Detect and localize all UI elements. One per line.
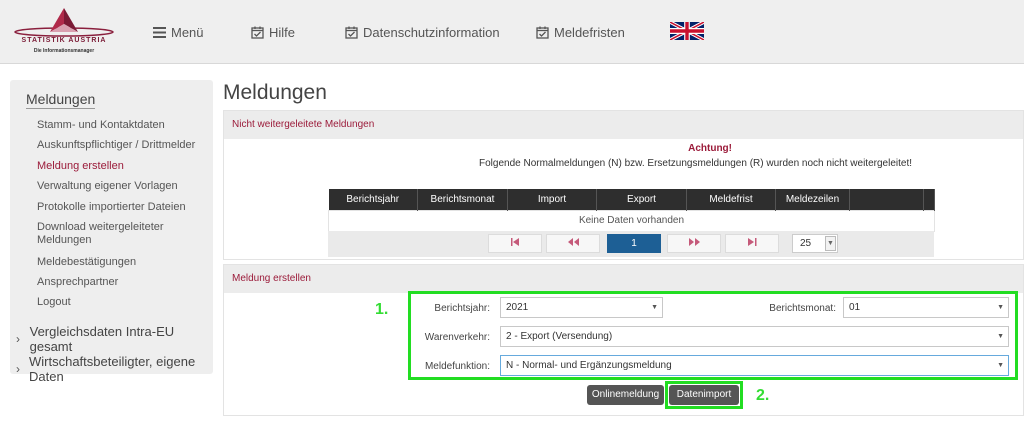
column-header[interactable]: Berichtsmonat — [417, 189, 508, 210]
nav-meldefristen[interactable]: Meldefristen — [536, 23, 625, 41]
highlight-box-step1 — [408, 291, 1018, 380]
calendar-check-icon — [536, 26, 549, 39]
logo-text: STATISTIK AUSTRIA — [21, 37, 107, 44]
logo-triangle-icon — [14, 8, 114, 37]
sidebar-item-meldung-erstellen[interactable]: Meldung erstellen — [37, 160, 124, 173]
column-header — [849, 189, 924, 210]
calendar-check-icon — [345, 26, 358, 39]
last-page-icon — [747, 238, 756, 246]
sidebar-item-ansprechpartner[interactable]: Ansprechpartner — [37, 276, 118, 289]
page-size-value: 25 — [800, 238, 812, 249]
warning-text: Folgende Normalmeldungen (N) bzw. Ersetz… — [479, 158, 912, 169]
calendar-check-icon — [251, 26, 264, 39]
page-title: Meldungen — [223, 81, 327, 104]
meldungen-table: Berichtsjahr Berichtsmonat Import Export… — [328, 189, 935, 232]
nav-datenschutz[interactable]: Datenschutzinformation — [345, 23, 500, 41]
column-header — [923, 189, 935, 210]
sidebar-item-meldebestaetigungen[interactable]: Meldebestätigungen — [37, 256, 136, 269]
nav-meldefristen-label: Meldefristen — [554, 24, 625, 40]
sidebar: Meldungen Stamm- und Kontaktdaten Auskun… — [10, 80, 213, 384]
nav-datenschutz-label: Datenschutzinformation — [363, 24, 500, 40]
logo-tagline: Die Informationsmanager — [33, 48, 95, 54]
chevron-right-icon: › — [16, 332, 20, 346]
top-header: STATISTIK AUSTRIA Die Informationsmanage… — [0, 0, 1024, 64]
sidebar-item-auskunftspflichtiger[interactable]: Auskunftspflichtiger / Drittmelder — [37, 139, 195, 152]
sidebar-group-wirtschaftsbeteiligter[interactable]: › Wirtschaftsbeteiligter, eigene Daten — [16, 354, 213, 384]
sidebar-item-logout[interactable]: Logout — [37, 296, 71, 309]
step-2-marker: 2. — [756, 387, 770, 404]
uk-flag-icon[interactable] — [670, 22, 704, 40]
sidebar-item-vorlagen[interactable]: Verwaltung eigener Vorlagen — [37, 180, 178, 193]
statistik-austria-logo[interactable]: STATISTIK AUSTRIA Die Informationsmanage… — [12, 6, 116, 58]
last-page-button[interactable] — [725, 234, 779, 253]
column-header[interactable]: Import — [507, 189, 597, 210]
column-header[interactable]: Export — [596, 189, 687, 210]
sidebar-item-download[interactable]: Download weitergeleiteter Meldungen — [37, 221, 187, 247]
panel-nicht-weitergeleitet: Nicht weitergeleitete Meldungen Achtung!… — [223, 110, 1024, 260]
prev-page-button[interactable] — [546, 234, 600, 253]
sidebar-group-label: Wirtschaftsbeteiligter, eigene Daten — [29, 354, 196, 384]
next-page-button[interactable] — [667, 234, 721, 253]
nav-menu[interactable]: Menü — [153, 23, 204, 41]
sidebar-item-stammdaten[interactable]: Stamm- und Kontaktdaten — [37, 119, 165, 132]
column-header[interactable]: Meldezeilen — [775, 189, 850, 210]
nav-hilfe-label: Hilfe — [269, 24, 296, 40]
table-row: Keine Daten vorhanden — [328, 209, 935, 232]
sidebar-title[interactable]: Meldungen — [26, 91, 96, 109]
dropdown-arrow-icon: ▼ — [825, 236, 836, 251]
hamburger-icon — [153, 26, 166, 38]
page-size-select[interactable]: 25 ▼ — [792, 234, 838, 253]
current-page-button[interactable]: 1 — [607, 234, 661, 253]
fast-forward-icon — [688, 238, 700, 246]
nav-menu-label: Menü — [171, 24, 204, 40]
sidebar-group-label: Vergleichsdaten Intra-EU gesamt — [29, 324, 175, 354]
first-page-icon — [510, 238, 519, 246]
panel-heading: Meldung erstellen — [224, 265, 1023, 293]
warning-title: Achtung! — [688, 143, 732, 154]
step-1-marker: 1. — [375, 301, 389, 318]
rewind-icon — [567, 238, 579, 246]
datenimport-button[interactable]: Datenimport — [669, 385, 739, 405]
panel-heading: Nicht weitergeleitete Meldungen — [224, 111, 1023, 139]
sidebar-item-protokolle[interactable]: Protokolle importierter Dateien — [37, 201, 186, 214]
onlinemeldung-button[interactable]: Onlinemeldung — [587, 385, 664, 405]
empty-table-message: Keine Daten vorhanden — [328, 209, 935, 232]
nav-hilfe[interactable]: Hilfe — [251, 23, 295, 41]
chevron-right-icon: › — [16, 362, 20, 376]
column-header[interactable]: Meldefrist — [686, 189, 776, 210]
sidebar-group-vergleichsdaten[interactable]: › Vergleichsdaten Intra-EU gesamt — [16, 324, 213, 354]
pager: 1 25 ▼ — [328, 231, 934, 257]
table-header-row: Berichtsjahr Berichtsmonat Import Export… — [328, 189, 935, 210]
column-header[interactable]: Berichtsjahr — [328, 189, 418, 210]
first-page-button[interactable] — [488, 234, 542, 253]
